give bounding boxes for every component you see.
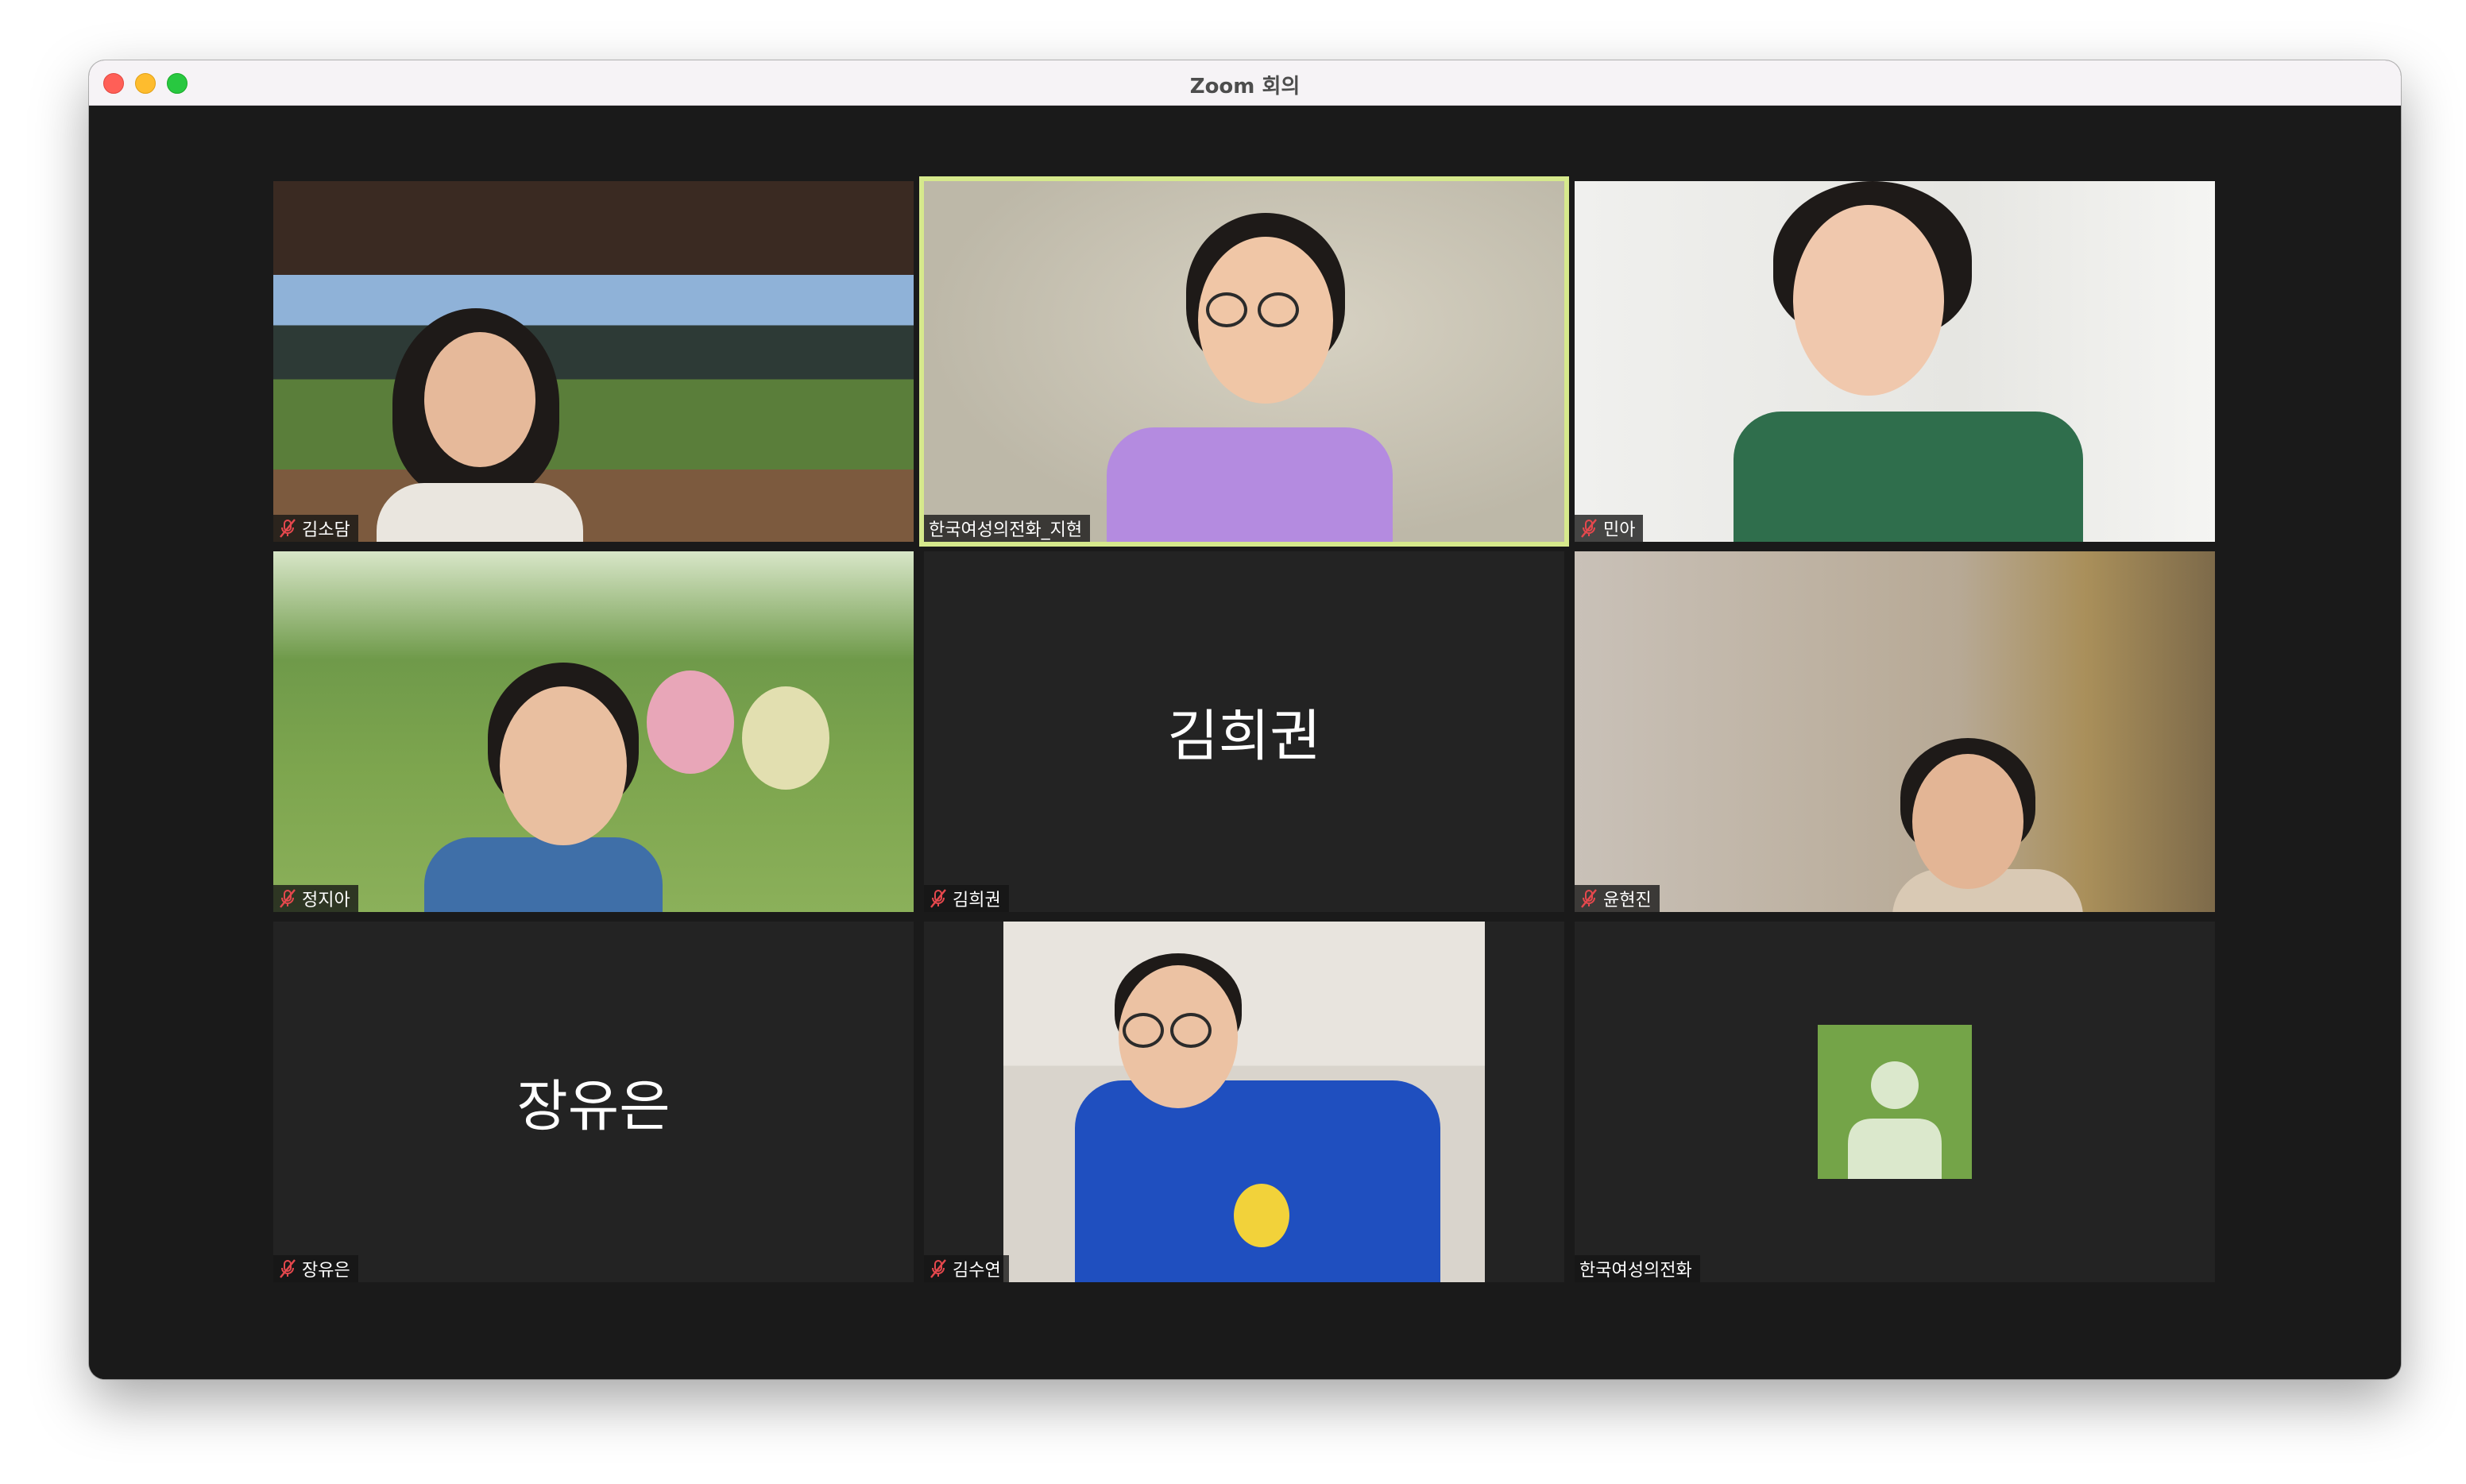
muted-mic-icon: [1581, 889, 1597, 908]
video-tile-active-speaker[interactable]: 한국여성의전화_지현: [919, 176, 1569, 547]
video-tile-mina[interactable]: 민아: [1575, 181, 2215, 542]
participant-display-name: 김희권: [1167, 703, 1321, 769]
participant-name: 한국여성의전화: [1579, 1261, 1692, 1281]
participant-name: 김수연: [953, 1261, 1001, 1281]
participant-display-name: 장유은: [516, 1073, 671, 1139]
video-tile-kim-suyeon[interactable]: 김수연: [924, 922, 1564, 1282]
participant-name: 김희권: [953, 891, 1001, 910]
window-title: Zoom 회의: [1189, 75, 1301, 99]
participant-name-tag: 장유은: [273, 1255, 358, 1282]
muted-mic-icon: [280, 1259, 296, 1278]
participant-name: 민아: [1603, 520, 1636, 540]
muted-mic-icon: [1581, 519, 1597, 538]
participant-name: 장유은: [302, 1261, 350, 1281]
participant-name: 김소담: [302, 520, 350, 540]
participant-name-tag: 윤현진: [1575, 885, 1660, 912]
participant-name: 정지아: [302, 891, 350, 910]
participant-name-tag: 김소담: [273, 515, 358, 542]
default-user-avatar-icon: [1818, 1025, 1972, 1179]
title-bar: Zoom 회의: [89, 60, 2401, 106]
muted-mic-icon: [280, 889, 296, 908]
video-tile-jang-yueun[interactable]: 장유은 장유은: [273, 922, 914, 1282]
participant-name-tag: 김희권: [924, 885, 1009, 912]
zoom-window: Zoom 회의 김소담 한국여성의전화_지현 민아 정지아 김희권 김희권 윤현…: [89, 60, 2401, 1379]
video-tile-kim-huigwon[interactable]: 김희권 김희권: [924, 551, 1564, 912]
participant-video: [1003, 922, 1485, 1282]
participant-name-tag: 한국여성의전화_지현: [924, 515, 1091, 542]
muted-mic-icon: [930, 1259, 946, 1278]
user-silhouette-icon: [1848, 1061, 1942, 1179]
participant-name-tag: 김수연: [924, 1255, 1009, 1282]
video-tile-jeong-jia[interactable]: 정지아: [273, 551, 914, 912]
gallery-view: 김소담 한국여성의전화_지현 민아 정지아 김희권 김희권 윤현진 장유은 장유…: [89, 106, 2401, 1379]
video-tile-kwomen-hotline[interactable]: 한국여성의전화: [1575, 922, 2215, 1282]
muted-mic-icon: [280, 519, 296, 538]
video-tile-kim-sodam[interactable]: 김소담: [273, 181, 914, 542]
video-tile-yun-hyeonjin[interactable]: 윤현진: [1575, 551, 2215, 912]
participant-name-tag: 정지아: [273, 885, 358, 912]
participant-name-tag: 민아: [1575, 515, 1644, 542]
participant-name: 한국여성의전화_지현: [929, 520, 1083, 540]
participant-name: 윤현진: [1603, 891, 1652, 910]
muted-mic-icon: [930, 889, 946, 908]
participant-name-tag: 한국여성의전화: [1575, 1255, 1700, 1282]
